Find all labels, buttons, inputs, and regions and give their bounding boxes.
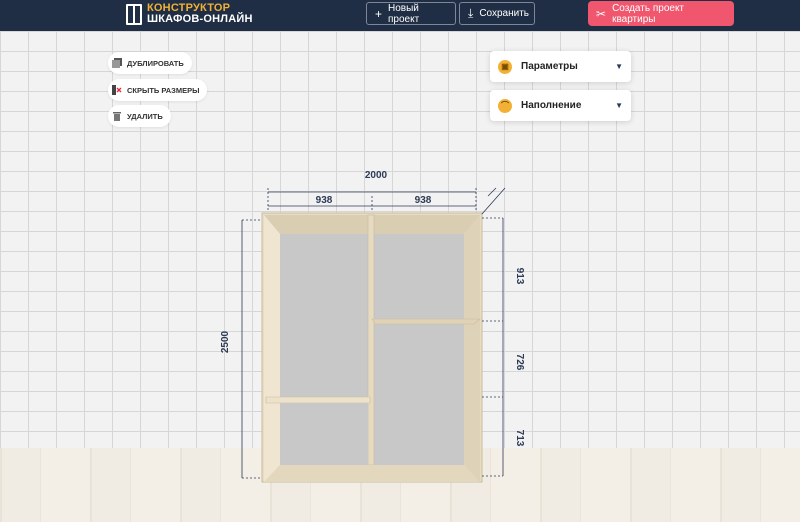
right-section-bottom-back	[374, 324, 464, 465]
left-lower-back	[280, 403, 368, 465]
height-label: 2500	[220, 330, 231, 353]
right-shelf[interactable]	[371, 318, 481, 325]
top-dimension	[267, 187, 506, 215]
total-width-label: 2000	[365, 170, 388, 181]
wardrobe-canvas[interactable]: 2000 938 938 2500 913 726 713	[0, 0, 800, 522]
right-inner-bevel	[464, 215, 480, 482]
upper-height-label: 913	[514, 268, 525, 285]
right-width-label: 938	[415, 195, 432, 206]
center-divider[interactable]	[367, 214, 375, 466]
section-heights-dimension	[482, 217, 504, 477]
left-inner-bevel	[264, 215, 280, 482]
left-width-label: 938	[316, 195, 333, 206]
height-dimension	[241, 219, 262, 479]
lower-height-label: 713	[514, 430, 525, 447]
bottom-plinth	[264, 465, 480, 482]
left-shelf[interactable]	[265, 396, 371, 404]
right-section-top-back	[374, 234, 464, 319]
middle-height-label: 726	[514, 354, 525, 371]
